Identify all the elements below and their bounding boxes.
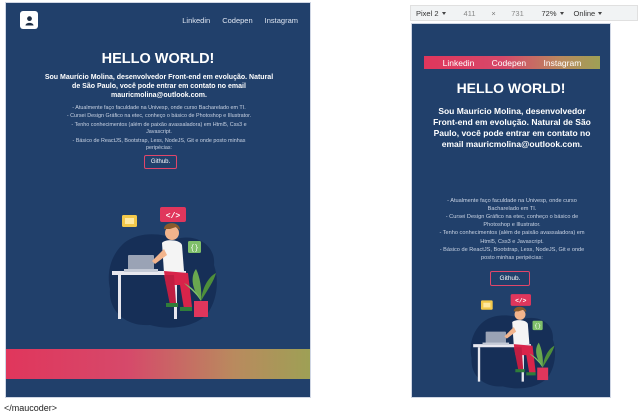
footer-gradient-band xyxy=(6,349,310,379)
height-input[interactable]: 731 xyxy=(499,9,537,18)
braces-label: {} xyxy=(534,323,541,330)
nav-link-codepen[interactable]: Codepen xyxy=(492,58,527,68)
footer xyxy=(6,379,310,397)
list-item: - Atualmente faço faculdade na Univesp, … xyxy=(447,198,577,213)
skills-list: - Atualmente faço faculdade na Univesp, … xyxy=(434,197,590,262)
github-button[interactable]: Github. xyxy=(490,271,530,286)
desktop-preview: Linkedin Codepen Instagram HELLO WORLD! … xyxy=(5,2,311,398)
list-item: - Cursei Design Gráfico na etec, conheço… xyxy=(445,214,579,229)
mobile-preview: Linkedin Codepen Instagram HELLO WORLD! … xyxy=(411,23,611,398)
zoom-select[interactable]: 72% xyxy=(537,9,569,18)
width-input[interactable]: 411 xyxy=(451,9,489,18)
code-tag-label: </> xyxy=(515,298,527,305)
device-select[interactable]: Pixel 2 xyxy=(411,9,451,18)
network-select[interactable]: Online xyxy=(569,9,608,18)
mobile-nav: Linkedin Codepen Instagram xyxy=(424,56,600,69)
dimension-separator: × xyxy=(491,8,496,18)
laptop-icon xyxy=(485,331,506,345)
dropdown-caret-icon xyxy=(559,11,564,15)
network-value: Online xyxy=(573,8,596,18)
device-name: Pixel 2 xyxy=(416,8,439,18)
desktop-nav: Linkedin Codepen Instagram xyxy=(182,16,298,25)
list-item: - Básico de ReactJS, Bootstrap, Less, No… xyxy=(439,246,585,261)
dropdown-caret-icon xyxy=(441,11,446,15)
page-title: HELLO WORLD! xyxy=(456,80,566,96)
devtools-toolbar: Pixel 2 411 × 731 72% Online xyxy=(410,5,638,21)
dropdown-caret-icon xyxy=(598,11,603,15)
github-button[interactable]: Github. xyxy=(144,155,177,169)
nav-link-linkedin[interactable]: Linkedin xyxy=(182,16,210,25)
caption: </maucoder> xyxy=(4,403,58,413)
page-title: HELLO WORLD! xyxy=(101,51,215,67)
braces-label: {} xyxy=(190,245,198,253)
zoom-value: 72% xyxy=(541,8,557,18)
code-tag-label: </> xyxy=(166,212,181,221)
list-item: - Básico de ReactJS, Bootstrap, Less, No… xyxy=(72,137,246,152)
intro-text: Sou Maurício Molina, desenvolvedor Front… xyxy=(44,74,274,100)
plant-icon xyxy=(194,301,208,317)
nav-link-codepen[interactable]: Codepen xyxy=(222,16,252,25)
skills-list: - Atualmente faço faculdade na Univesp, … xyxy=(61,105,257,153)
screenshot: Linkedin Codepen Instagram HELLO WORLD! … xyxy=(0,0,640,420)
plant-icon xyxy=(537,367,549,381)
list-item: - Tenho conhecimentos (além de paixão av… xyxy=(439,230,585,245)
intro-text: Sou Maurício Molina, desenvolvedor Front… xyxy=(433,106,591,150)
user-logo-icon[interactable] xyxy=(20,11,38,29)
laptop-icon xyxy=(128,255,154,271)
desktop-header: Linkedin Codepen Instagram xyxy=(6,3,310,37)
developer-illustration: </> {} xyxy=(108,207,217,328)
list-item: - Tenho conhecimentos (além de paixão av… xyxy=(71,121,247,136)
developer-illustration: </> {} xyxy=(470,294,556,389)
list-item: - Cursei Design Gráfico na etec, conheço… xyxy=(66,113,252,120)
nav-link-linkedin[interactable]: Linkedin xyxy=(443,58,475,68)
list-item: - Atualmente faço faculdade na Univesp, … xyxy=(72,105,246,111)
nav-link-instagram[interactable]: Instagram xyxy=(265,16,298,25)
nav-link-instagram[interactable]: Instagram xyxy=(544,58,582,68)
